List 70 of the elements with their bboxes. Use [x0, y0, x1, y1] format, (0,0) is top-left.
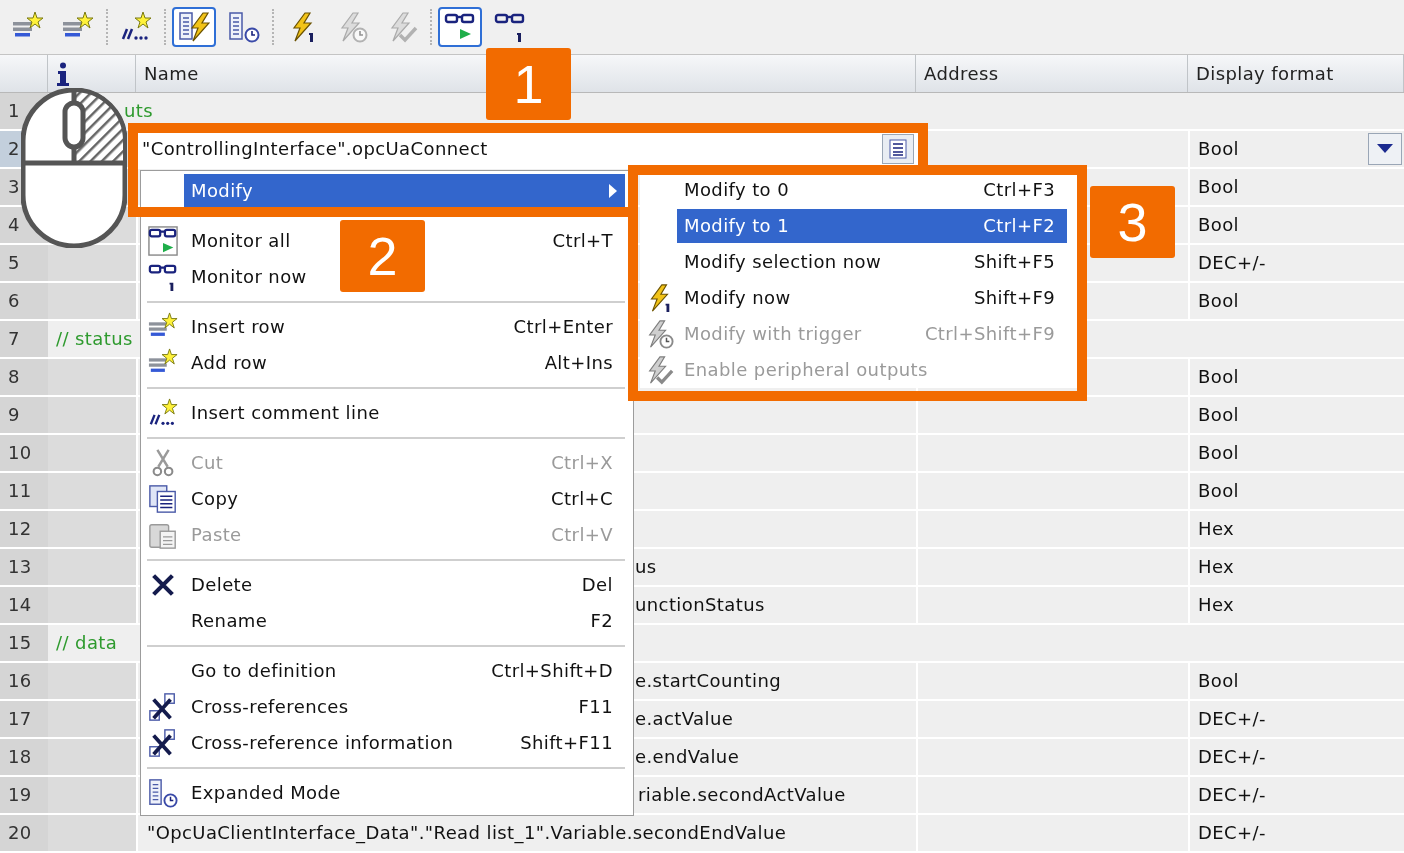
menu-item[interactable]: Insert comment line — [184, 396, 625, 430]
row-number[interactable]: 17 — [0, 701, 48, 737]
menu-item[interactable]: Modify selection now Shift+F5 — [677, 245, 1067, 279]
format-cell: Bool — [1188, 169, 1404, 205]
format-cell: Hex — [1188, 587, 1404, 623]
format-cell: DEC+/- — [1188, 739, 1404, 775]
format-cell: Bool — [1188, 359, 1404, 395]
caret-icon — [1377, 144, 1393, 154]
row-number[interactable]: 8 — [0, 359, 48, 395]
display-format: Bool — [1198, 138, 1239, 160]
row-number[interactable]: 14 — [0, 587, 48, 623]
comment-text: uts — [124, 100, 154, 122]
column-header[interactable]: Display format — [1188, 55, 1404, 92]
menu-item[interactable]: Expanded Mode — [184, 776, 625, 810]
row-number[interactable]: 11 — [0, 473, 48, 509]
comment-line-icon — [147, 398, 178, 428]
format-cell: DEC+/- — [1188, 701, 1404, 737]
copy-icon — [147, 484, 178, 514]
column-header[interactable]: Address — [916, 55, 1188, 92]
info-icon — [56, 61, 70, 86]
cross-reference-icon — [147, 728, 178, 758]
glasses-icon — [147, 262, 178, 292]
list-button[interactable] — [882, 134, 914, 164]
format-cell: DEC+/- — [1188, 245, 1404, 281]
toolbar-button[interactable] — [438, 7, 482, 47]
callout-number: 2 — [340, 220, 425, 292]
menu-item[interactable]: Insert row Ctrl+Enter — [184, 310, 625, 344]
format-cell: Hex — [1188, 511, 1404, 547]
row-number[interactable]: 7 — [0, 321, 48, 357]
format-cell: Hex — [1188, 549, 1404, 585]
row-number[interactable]: 12 — [0, 511, 48, 547]
menu-item[interactable]: Copy Ctrl+C — [184, 482, 625, 516]
menu-item[interactable]: Modify now Shift+F9 — [677, 281, 1067, 315]
format-cell: Bool — [1188, 397, 1404, 433]
list-clock-icon — [228, 11, 260, 43]
format-cell: Bool — [1188, 663, 1404, 699]
menu-item[interactable]: Add row Alt+Ins — [184, 346, 625, 380]
row-number[interactable]: 20 — [0, 815, 48, 851]
row-number[interactable]: 18 — [0, 739, 48, 775]
format-cell: DEC+/- — [1188, 815, 1404, 851]
format-cell: Bool — [1188, 283, 1404, 319]
format-cell: DEC+/- — [1188, 777, 1404, 813]
row-number[interactable]: 10 — [0, 435, 48, 471]
format-cell: Bool — [1188, 207, 1404, 243]
glasses-play-icon — [147, 226, 178, 256]
menu-item[interactable]: Modify — [184, 174, 625, 208]
glasses-icon — [494, 11, 526, 43]
comment-text: // data — [56, 632, 118, 654]
dropdown-button[interactable] — [1368, 133, 1402, 165]
toolbar-button[interactable] — [172, 7, 216, 47]
menu-item[interactable]: Modify to 0 Ctrl+F3 — [677, 173, 1067, 207]
list-icon — [889, 139, 907, 159]
row-number[interactable]: 6 — [0, 283, 48, 319]
cross-reference-icon — [147, 692, 178, 722]
list-lightning-icon — [178, 11, 210, 43]
row-number[interactable]: 15 — [0, 625, 48, 661]
format-cell: Bool — [1188, 473, 1404, 509]
list-clock-icon — [147, 778, 178, 808]
comment-line-icon — [120, 11, 152, 43]
callout-number: 1 — [486, 48, 571, 120]
callout-number: 3 — [1090, 186, 1175, 258]
submenu-arrow-icon — [609, 184, 617, 198]
format-cell: Bool — [1188, 435, 1404, 471]
row-number[interactable]: 5 — [0, 245, 48, 281]
row-number[interactable]: 13 — [0, 549, 48, 585]
row-number[interactable]: 9 — [0, 397, 48, 433]
row-number[interactable]: 19 — [0, 777, 48, 813]
row-number[interactable]: 16 — [0, 663, 48, 699]
comment-text: // status — [56, 328, 133, 350]
menu-item[interactable]: Modify to 1 Ctrl+F2 — [677, 209, 1067, 243]
